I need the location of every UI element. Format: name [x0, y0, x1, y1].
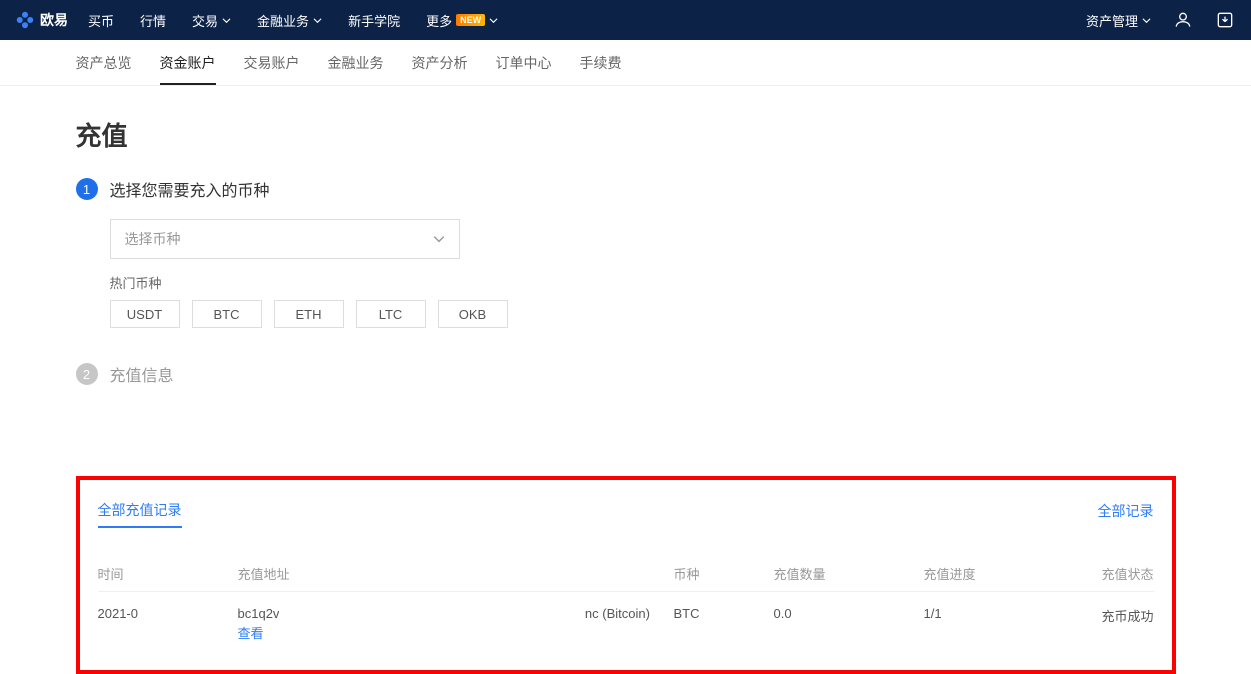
nav-market[interactable]: 行情 [140, 11, 166, 30]
cell-coin: BTC [674, 606, 774, 621]
tab-analysis[interactable]: 资产分析 [412, 41, 468, 85]
tab-overview[interactable]: 资产总览 [76, 41, 132, 85]
cell-time: 2021-0xxxxxxx [98, 606, 238, 621]
coin-select-placeholder: 选择币种 [125, 229, 181, 249]
step-1-header: 1 选择您需要充入的币种 [76, 177, 1176, 201]
hot-coins-label: 热门币种 [110, 273, 1176, 292]
brand-logo[interactable]: 欧易 [16, 10, 68, 30]
records-all-link[interactable]: 全部记录 [1098, 501, 1154, 521]
step-2-title: 充值信息 [110, 362, 174, 386]
subnav-tabs: 资产总览 资金账户 交易账户 金融业务 资产分析 订单中心 手续费 [76, 40, 1176, 85]
chevron-down-icon [1142, 16, 1151, 25]
subnav-container: 资产总览 资金账户 交易账户 金融业务 资产分析 订单中心 手续费 [0, 40, 1251, 86]
tab-orders[interactable]: 订单中心 [496, 41, 552, 85]
step-2-header: 2 充值信息 [76, 362, 1176, 386]
step-1-body: 选择币种 热门币种 USDT BTC ETH LTC OKB [110, 219, 1176, 328]
top-navbar: 欧易 买币 行情 交易 金融业务 新手学院 更多NEW 资产管理 [0, 0, 1251, 40]
view-link[interactable]: 查看 [238, 623, 674, 642]
coin-chip-okb[interactable]: OKB [438, 300, 508, 328]
coin-chip-btc[interactable]: BTC [192, 300, 262, 328]
download-icon[interactable] [1215, 10, 1235, 30]
nav-trade[interactable]: 交易 [192, 11, 231, 30]
brand-icon [16, 11, 34, 29]
records-tab-all[interactable]: 全部充值记录 [98, 494, 182, 528]
coin-chip-eth[interactable]: ETH [274, 300, 344, 328]
col-header-time: 时间 [98, 564, 238, 583]
cell-status: 充币成功 [1074, 606, 1154, 625]
col-header-status: 充值状态 [1074, 564, 1154, 583]
nav-asset-mgmt[interactable]: 资产管理 [1086, 11, 1151, 30]
records-header-row: 时间 充值地址 币种 充值数量 充值进度 充值状态 [98, 556, 1154, 592]
nav-finance[interactable]: 金融业务 [257, 11, 322, 30]
col-header-amount: 充值数量 [774, 564, 924, 583]
chevron-down-icon [313, 16, 322, 25]
tab-trading[interactable]: 交易账户 [244, 41, 300, 85]
step-1-badge: 1 [76, 178, 98, 200]
user-icon[interactable] [1173, 10, 1193, 30]
col-header-progress: 充值进度 [924, 564, 1074, 583]
nav-academy[interactable]: 新手学院 [348, 11, 400, 30]
coin-chip-usdt[interactable]: USDT [110, 300, 180, 328]
main-content: 充值 1 选择您需要充入的币种 选择币种 热门币种 USDT BTC ETH L… [76, 86, 1176, 674]
records-row: 2021-0xxxxxxx bc1q2vxxxxxxxxxxxxxxxxxxxx… [98, 592, 1154, 642]
records-table: 时间 充值地址 币种 充值数量 充值进度 充值状态 2021-0xxxxxxx … [98, 556, 1154, 642]
step-1-title: 选择您需要充入的币种 [110, 177, 270, 201]
nav-right-group: 资产管理 [1086, 10, 1235, 30]
col-header-coin: 币种 [674, 564, 774, 583]
nav-more[interactable]: 更多NEW [426, 11, 498, 30]
hot-coins-row: USDT BTC ETH LTC OKB [110, 300, 1176, 328]
cell-addr: bc1q2vxxxxxxxxxxxxxxxxxxxxxxxxxxxxxxxxxx… [238, 606, 674, 642]
chevron-down-icon [433, 233, 445, 245]
nav-buy[interactable]: 买币 [88, 11, 114, 30]
tab-finance[interactable]: 金融业务 [328, 41, 384, 85]
tab-funding[interactable]: 资金账户 [160, 41, 216, 85]
chevron-down-icon [222, 16, 231, 25]
new-badge: NEW [456, 14, 485, 26]
tab-fees[interactable]: 手续费 [580, 41, 622, 85]
cell-amount: 0.0xxx [774, 606, 924, 621]
chevron-down-icon [489, 16, 498, 25]
coin-chip-ltc[interactable]: LTC [356, 300, 426, 328]
step-2-badge: 2 [76, 363, 98, 385]
records-panel: 全部充值记录 全部记录 时间 充值地址 币种 充值数量 充值进度 充值状态 20… [76, 476, 1176, 674]
nav-left-group: 买币 行情 交易 金融业务 新手学院 更多NEW [88, 11, 498, 30]
cell-progress: 1/1 [924, 606, 1074, 621]
col-header-addr: 充值地址 [238, 564, 674, 583]
coin-select[interactable]: 选择币种 [110, 219, 460, 259]
brand-text: 欧易 [40, 10, 68, 30]
page-title: 充值 [76, 116, 1176, 153]
records-tab-row: 全部充值记录 全部记录 [98, 494, 1154, 528]
